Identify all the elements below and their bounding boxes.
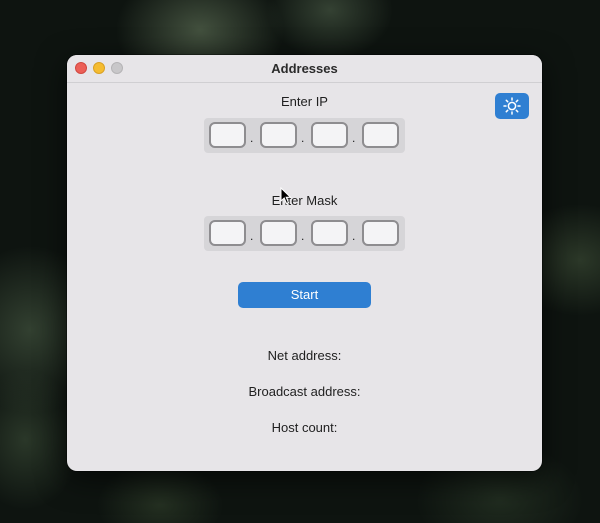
ip-separator: . xyxy=(352,131,356,145)
mask-input-group: . . . xyxy=(204,216,405,251)
mask-octet-4-input[interactable] xyxy=(362,220,399,246)
ip-separator: . xyxy=(250,131,254,145)
title-bar: Addresses xyxy=(67,55,542,83)
ip-octet-2-input[interactable] xyxy=(260,122,297,148)
net-address-label: Net address: xyxy=(267,348,342,363)
host-count-label: Host count: xyxy=(271,420,338,435)
ip-separator: . xyxy=(301,131,305,145)
ip-octet-3-input[interactable] xyxy=(311,122,348,148)
broadcast-address-label: Broadcast address: xyxy=(248,384,361,399)
window-title: Addresses xyxy=(271,61,338,76)
start-button[interactable]: Start xyxy=(238,282,371,308)
ip-octet-4-input[interactable] xyxy=(362,122,399,148)
ip-input-group: . . . xyxy=(204,118,405,153)
mask-separator: . xyxy=(301,229,305,243)
ip-label: Enter IP xyxy=(281,94,328,109)
mask-octet-2-input[interactable] xyxy=(260,220,297,246)
mask-label: Enter Mask xyxy=(271,193,338,208)
mask-separator: . xyxy=(352,229,356,243)
mouse-pointer-icon xyxy=(280,187,292,205)
app-window: Addresses Enter IP . . . Enter Mask . . … xyxy=(67,55,542,471)
mask-separator: . xyxy=(250,229,254,243)
ip-octet-1-input[interactable] xyxy=(209,122,246,148)
mask-octet-1-input[interactable] xyxy=(209,220,246,246)
mask-octet-3-input[interactable] xyxy=(311,220,348,246)
